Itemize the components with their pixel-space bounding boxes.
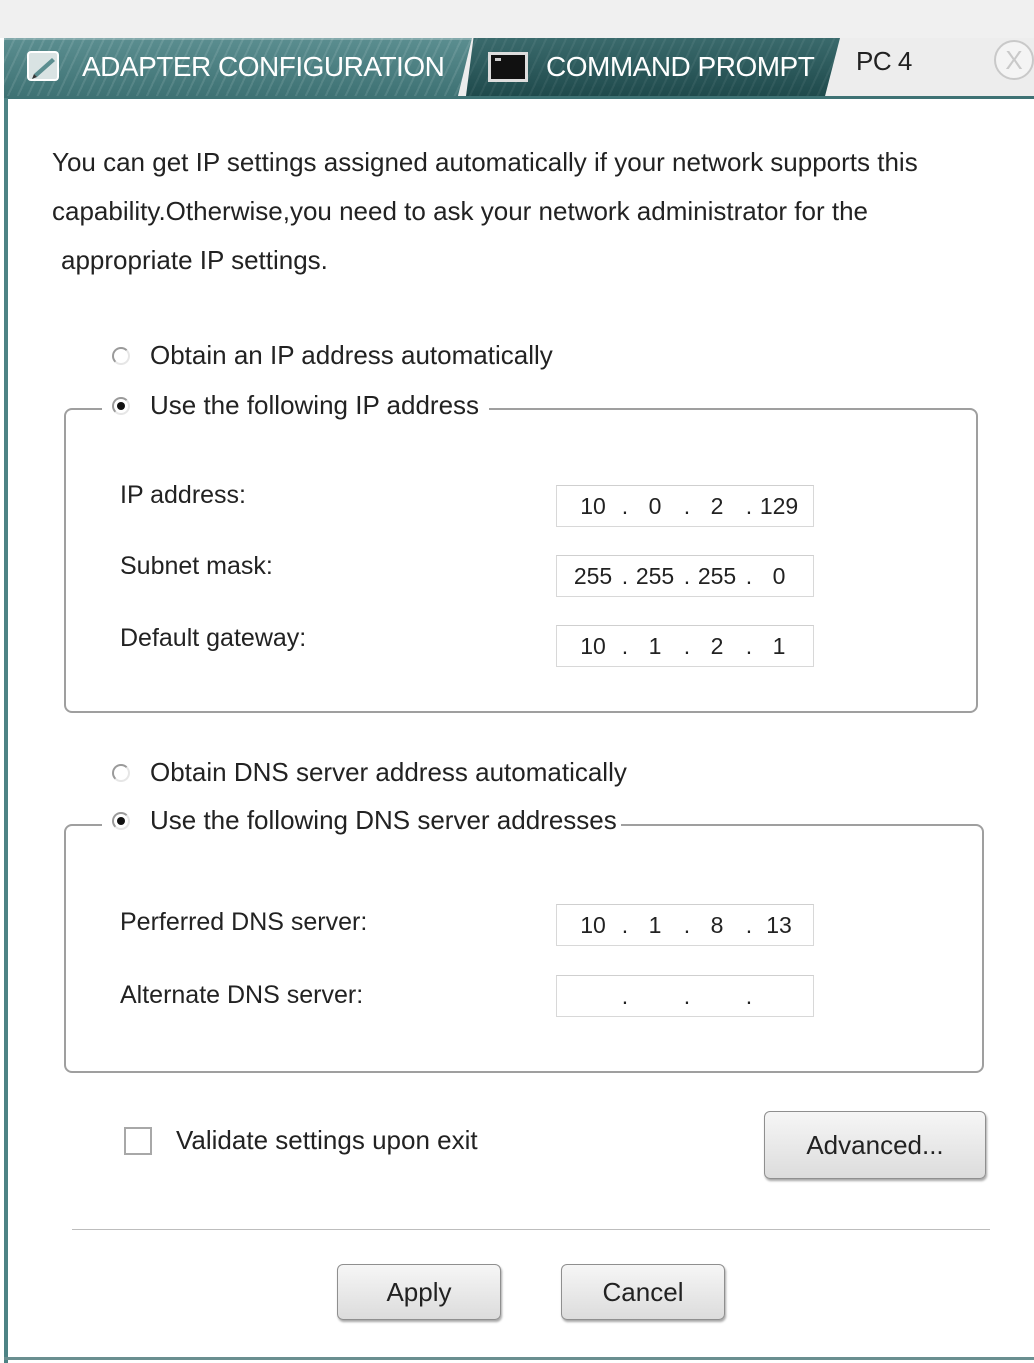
octet-dot: . [745,493,753,519]
octet-4: 0 [772,563,786,589]
radio-button[interactable] [112,346,130,365]
apply-button[interactable]: Apply [337,1264,501,1320]
octet-dot: . [683,912,691,938]
octet-2: 1 [648,912,662,938]
octet-dot: . [621,563,629,589]
tab-command-label: COMMAND PROMPT [546,51,815,82]
octet-4: 1 [772,633,786,659]
octet-dot: . [683,633,691,659]
pencil-icon [27,51,59,81]
default-gateway-input[interactable]: 10 . 1 . 2 . 1 [556,625,814,667]
octet-1: 10 [580,912,606,938]
octet-1: 10 [580,493,606,519]
tab-bar: ADAPTER CONFIGURATION COMMAND PROMPT PC … [4,38,1034,98]
octet-3: 2 [710,493,724,519]
octet-dot: . [745,633,753,659]
octet-dot: . [745,983,753,1009]
dns-server-group [64,824,984,1073]
terminal-icon [488,52,528,82]
octet-4: 129 [759,493,799,519]
radio-label: Use the following DNS server addresses [150,805,617,835]
octet-dot: . [683,983,691,1009]
radio-button[interactable] [112,396,130,415]
octet-2: 0 [648,493,662,519]
device-name-label: PC 4 [856,45,912,76]
separator-line [72,1229,990,1230]
octet-3: 8 [710,912,724,938]
radio-use-following-ip[interactable]: Use the following IP address [102,390,490,421]
tab-adapter-label: ADAPTER CONFIGURATION [82,51,445,82]
ip-address-input[interactable]: 10 . 0 . 2 . 129 [556,485,814,527]
ip-address-label: IP address: [120,481,247,509]
close-icon[interactable]: X [994,40,1034,80]
octet-3: 255 [697,563,737,589]
radio-obtain-ip-auto[interactable]: Obtain an IP address automatically [112,340,563,371]
octet-1: 255 [573,563,613,589]
subnet-mask-label: Subnet mask: [120,552,273,580]
default-gateway-label: Default gateway: [120,624,307,652]
window-top-strip [0,0,1034,38]
subnet-mask-input[interactable]: 255 . 255 . 255 . 0 [556,555,814,597]
octet-dot: . [621,983,629,1009]
octet-3: 2 [710,633,724,659]
preferred-dns-input[interactable]: 10 . 1 . 8 . 13 [556,904,814,946]
alternate-dns-label: Alternate DNS server: [120,981,364,1009]
octet-2: 1 [648,633,662,659]
tab-command-prompt[interactable]: COMMAND PROMPT [466,38,840,96]
radio-label: Obtain DNS server address automatically [150,757,627,787]
cancel-button[interactable]: Cancel [561,1264,725,1320]
preferred-dns-label: Perferred DNS server: [120,908,368,936]
description-line-1: You can get IP settings assigned automat… [52,147,918,177]
octet-dot: . [745,912,753,938]
description-line-2: capability.Otherwise,you need to ask you… [52,196,869,226]
validate-settings-label: Validate settings upon exit [176,1125,478,1155]
description-line-3: appropriate IP settings. [61,245,328,275]
radio-button[interactable] [112,763,130,782]
validate-settings-checkbox[interactable] [124,1127,152,1155]
radio-button[interactable] [112,811,130,830]
octet-dot: . [621,633,629,659]
octet-dot: . [745,563,753,589]
radio-label: Obtain an IP address automatically [150,340,553,370]
alternate-dns-input[interactable]: . . . [556,975,814,1017]
octet-dot: . [683,563,691,589]
octet-1: 10 [580,633,606,659]
octet-4: 13 [766,912,792,938]
octet-dot: . [621,493,629,519]
tab-underline [4,96,1034,99]
octet-2: 255 [635,563,675,589]
window-left-border [4,98,8,1363]
octet-dot: . [621,912,629,938]
description-text: You can get IP settings assigned automat… [52,138,1012,285]
radio-obtain-dns-auto[interactable]: Obtain DNS server address automatically [112,757,637,788]
advanced-button[interactable]: Advanced... [764,1111,986,1179]
tab-adapter-configuration[interactable]: ADAPTER CONFIGURATION [4,38,472,96]
radio-use-following-dns[interactable]: Use the following DNS server addresses [102,805,621,836]
octet-dot: . [683,493,691,519]
window-bottom-border [4,1357,1034,1360]
radio-label: Use the following IP address [150,390,480,420]
